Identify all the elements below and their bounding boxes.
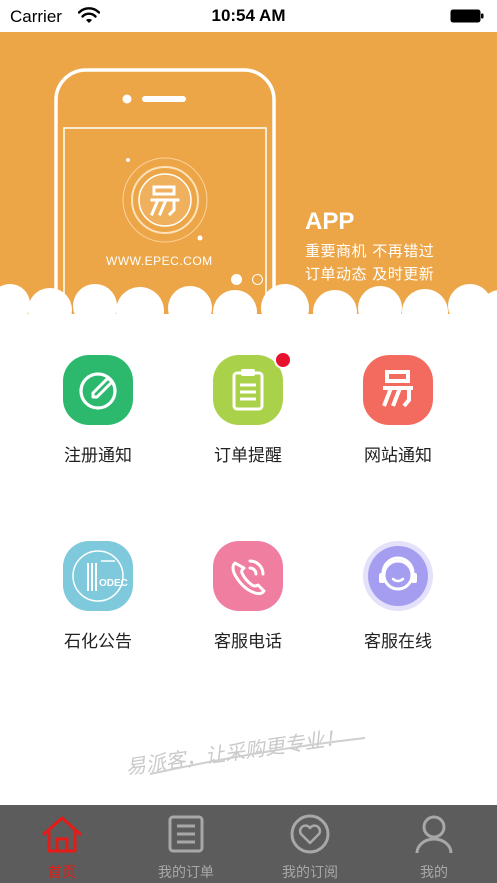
home-icon [42,816,82,853]
epec-logo-icon [363,355,433,425]
status-bar: Carrier 10:54 AM [0,0,497,32]
order-list-icon [168,815,204,853]
bottom-slogan-graphic: 易派客，让采购更专业！ [124,725,366,779]
cloud-border [0,284,497,322]
svg-text:ODEC: ODEC [99,578,128,589]
carousel-dot-inactive[interactable] [252,274,263,285]
tab-label: 我的订阅 [282,865,338,881]
phone-icon [213,541,283,611]
tab-my-subscriptions[interactable]: 我的订阅 [248,805,372,883]
grid-item-label: 石化公告 [64,632,132,652]
subscription-heart-icon [290,814,330,854]
user-icon [415,815,453,854]
grid-item-sinopec-announcement[interactable]: ODEC 石化公告 [28,541,168,661]
status-time: 10:54 AM [211,6,286,25]
grid-item-label: 网站通知 [364,446,432,466]
tab-home[interactable]: 首页 [0,805,124,883]
grid-item-label: 订单提醒 [214,446,282,466]
tab-label: 我的订单 [158,865,214,881]
bottom-slogan-text: 易派客，让采购更专业！ [124,725,345,779]
banner-phone-url: WWW.EPEC.COM [106,254,213,268]
promo-banner[interactable]: APP 重要商机 不再错过 订单动态 及时更新 WWW.EPEC.COM [0,32,497,322]
battery-icon [450,9,484,23]
grid-item-label: 注册通知 [64,446,132,466]
notification-badge [274,351,292,369]
grid-item-label: 客服电话 [214,632,282,652]
carousel-dot-active[interactable] [231,274,242,285]
banner-slogan-line1: 重要商机 不再错过 [305,242,435,260]
tab-bar: 首页 我的订单 我的订阅 我的 [0,805,497,883]
tab-my-orders[interactable]: 我的订单 [124,805,248,883]
tab-label: 我的 [420,865,448,881]
grid-item-online-service[interactable]: 客服在线 [328,541,468,661]
grid-item-service-phone[interactable]: 客服电话 [178,541,318,661]
grid-item-site-notice[interactable]: 网站通知 [328,355,468,475]
clipboard-icon [213,355,283,425]
sinopec-logo-icon: ODEC [63,541,133,611]
grid-item-label: 客服在线 [364,632,432,652]
grid-item-order-reminder[interactable]: 订单提醒 [178,351,318,475]
headset-agent-icon [363,541,433,611]
edit-pencil-icon [63,355,133,425]
banner-slogan-line2: 订单动态 及时更新 [305,265,435,283]
grid-item-register-notice[interactable]: 注册通知 [28,355,168,475]
banner-app-title: APP [305,208,355,235]
tab-me[interactable]: 我的 [372,805,496,883]
tab-label: 首页 [48,865,76,881]
